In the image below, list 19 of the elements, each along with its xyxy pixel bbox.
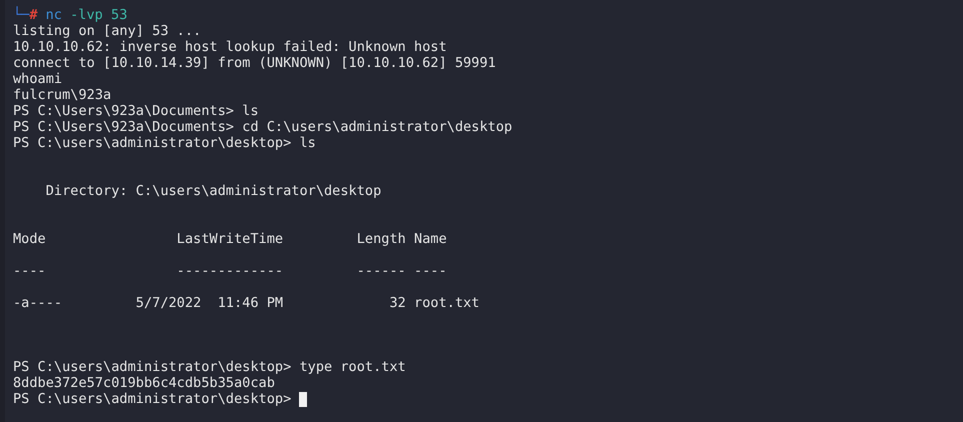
- command-name: nc: [46, 7, 62, 23]
- command-arguments: -lvp 53: [69, 7, 128, 23]
- terminal-line: PS C:\users\administrator\desktop> type root.txt: [13, 359, 406, 375]
- terminal-line: connect to [10.10.14.39] from (UNKNOWN) [10.10.10.62] 59991: [13, 55, 496, 71]
- prompt-frame: └─: [13, 7, 30, 23]
- terminal-line: listing on [any] 53 ...: [13, 23, 202, 39]
- prompt-symbol: #: [29, 7, 38, 23]
- terminal-line: ---- ------------- ------ ----: [13, 263, 447, 279]
- terminal-line: PS C:\users\administrator\desktop> ls: [13, 135, 316, 151]
- terminal-line: 10.10.10.62: inverse host lookup failed: Unknown host: [13, 39, 447, 55]
- terminal-line: PS C:\Users\923a\Documents> cd C:\users\administrator\desktop: [13, 119, 512, 135]
- terminal-line: fulcrum\923a: [13, 87, 112, 103]
- terminal-line: -a---- 5/7/2022 11:46 PM 32 root.txt: [13, 295, 480, 311]
- terminal-line: Mode LastWriteTime Length Name: [13, 231, 447, 247]
- terminal-line: Directory: C:\users\administrator\desktop: [44, 183, 382, 199]
- terminal-line: 8ddbe372e57c019bb6c4cdb5b35a0cab: [13, 375, 275, 391]
- terminal-line: whoami: [13, 71, 62, 87]
- terminal-line: PS C:\Users\923a\Documents> ls: [13, 103, 259, 119]
- shell-prompt: PS C:\users\administrator\desktop>: [13, 391, 292, 407]
